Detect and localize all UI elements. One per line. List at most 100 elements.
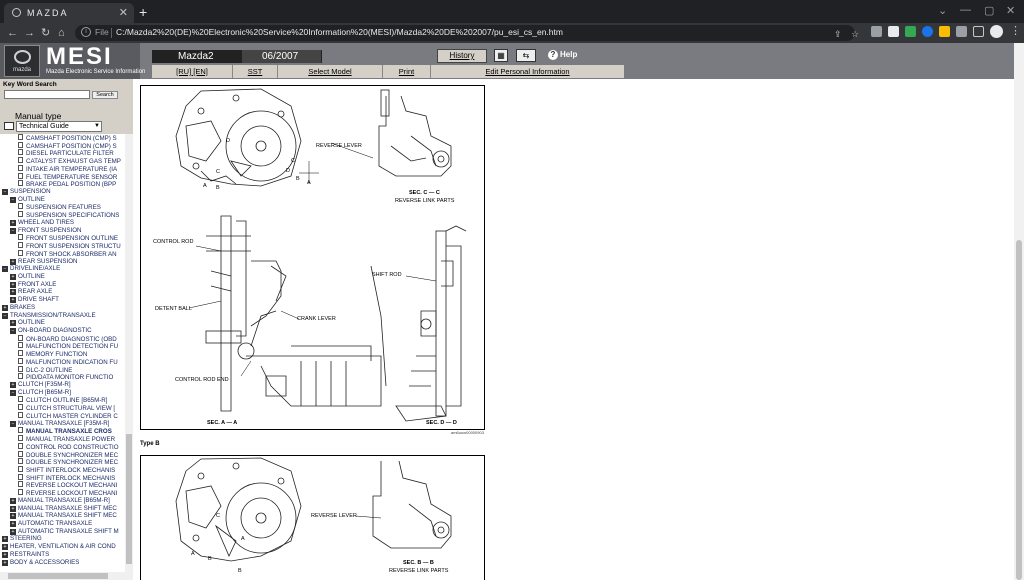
home-icon[interactable]: ⌂	[58, 26, 65, 40]
select-model-menu[interactable]: Select Model	[278, 65, 383, 78]
page-scrollbar[interactable]	[1014, 43, 1024, 580]
document-icon[interactable]	[18, 365, 23, 372]
document-icon[interactable]	[18, 442, 23, 449]
expand-icon[interactable]: +	[2, 559, 8, 566]
document-icon[interactable]	[18, 450, 23, 457]
history-button[interactable]: History	[437, 49, 487, 63]
document-icon[interactable]	[18, 342, 23, 349]
collapse-icon[interactable]: −	[10, 420, 16, 427]
document-icon[interactable]	[18, 373, 23, 380]
expand-icon[interactable]: +	[10, 320, 16, 327]
minimize-icon[interactable]: —	[960, 4, 971, 16]
expand-icon[interactable]: +	[10, 281, 16, 288]
document-icon[interactable]	[18, 489, 23, 496]
expand-icon[interactable]: +	[10, 289, 16, 296]
url-text[interactable]: C:/Mazda2%20(DE)%20Electronic%20Service%…	[116, 27, 563, 37]
expand-icon[interactable]: +	[2, 304, 8, 311]
expand-icon[interactable]: +	[10, 382, 16, 389]
expand-icon[interactable]: +	[10, 219, 16, 226]
collapse-icon[interactable]: −	[2, 312, 8, 319]
edit-personal-menu[interactable]: Edit Personal Information	[431, 65, 624, 78]
app-subtitle: Mazda Electronic Service Information	[46, 69, 146, 75]
document-icon[interactable]	[18, 458, 23, 465]
chevron-down-icon[interactable]: ⌄	[938, 4, 947, 17]
collapse-icon[interactable]: −	[2, 266, 8, 273]
tree-horizontal-scrollbar[interactable]	[0, 572, 133, 580]
document-icon[interactable]	[18, 157, 23, 164]
expand-icon[interactable]: +	[10, 497, 16, 504]
address-bar[interactable]: i File C:/Mazda2%20(DE)%20Electronic%20S…	[75, 25, 855, 41]
document-icon[interactable]	[18, 172, 23, 179]
extension-icon[interactable]	[922, 26, 933, 37]
document-icon[interactable]	[18, 141, 23, 148]
sst-menu[interactable]: SST	[233, 65, 278, 78]
new-tab-icon[interactable]: +	[139, 4, 147, 20]
document-icon[interactable]	[18, 350, 23, 357]
menu-icon[interactable]: ⋮	[1010, 24, 1021, 37]
expand-icon[interactable]: +	[10, 528, 16, 535]
extension-icon[interactable]	[905, 26, 916, 37]
file-scheme-label: File	[95, 27, 109, 37]
document-icon[interactable]	[18, 411, 23, 418]
manual-type-select[interactable]: Technical Guide ▼	[16, 121, 102, 132]
link-icon[interactable]: ⇆	[516, 49, 536, 62]
document-icon[interactable]	[18, 234, 23, 241]
help-button[interactable]: ? Help	[548, 50, 577, 60]
expand-icon[interactable]: +	[2, 544, 8, 551]
collapse-icon[interactable]: −	[10, 389, 16, 396]
expand-icon[interactable]: +	[10, 297, 16, 304]
document-icon[interactable]	[18, 481, 23, 488]
document-icon[interactable]	[18, 396, 23, 403]
expand-icon[interactable]: +	[2, 551, 8, 558]
document-icon[interactable]	[18, 404, 23, 411]
expand-icon[interactable]: +	[10, 273, 16, 280]
document-icon[interactable]	[18, 465, 23, 472]
document-icon[interactable]	[18, 249, 23, 256]
star-icon[interactable]: ☆	[851, 27, 859, 41]
collapse-icon[interactable]: −	[10, 328, 16, 334]
extension-icon[interactable]	[888, 26, 899, 37]
collapse-icon[interactable]: −	[2, 189, 8, 196]
bookmark-icon[interactable]: ▦	[494, 49, 508, 62]
maximize-icon[interactable]: ▢	[984, 4, 994, 17]
expand-icon[interactable]: +	[10, 505, 16, 512]
document-icon[interactable]	[18, 427, 23, 434]
search-button[interactable]: Search	[92, 91, 118, 99]
avatar[interactable]	[990, 25, 1003, 38]
keyword-search-input[interactable]	[4, 90, 90, 99]
document-icon[interactable]	[18, 357, 23, 364]
tree-scrollbar[interactable]	[125, 134, 133, 572]
close-window-icon[interactable]: ✕	[1006, 4, 1015, 17]
document-icon[interactable]	[18, 180, 23, 187]
document-icon[interactable]	[18, 134, 23, 140]
close-tab-icon[interactable]: ✕	[119, 6, 128, 19]
document-icon[interactable]	[18, 334, 23, 341]
collapse-icon[interactable]: −	[10, 196, 16, 203]
share-icon[interactable]: ⇪	[834, 27, 842, 41]
expand-icon[interactable]: +	[10, 258, 16, 265]
collapse-icon[interactable]: −	[10, 227, 16, 234]
expand-icon[interactable]: +	[10, 521, 16, 527]
document-icon[interactable]	[18, 242, 23, 249]
back-icon[interactable]: ←	[7, 26, 18, 40]
extension-icon[interactable]	[939, 26, 950, 37]
tree-item-label: REAR SUSPENSION	[18, 257, 78, 265]
document-icon[interactable]	[18, 473, 23, 480]
reload-icon[interactable]: ↻	[41, 26, 50, 40]
language-menu[interactable]: [RU] [EN]	[152, 65, 233, 78]
document-icon[interactable]	[18, 435, 23, 442]
document-icon[interactable]	[18, 203, 23, 210]
print-menu[interactable]: Print	[383, 65, 431, 78]
expand-icon[interactable]: +	[10, 513, 16, 520]
forward-icon[interactable]: →	[24, 26, 35, 40]
document-icon[interactable]	[18, 164, 23, 171]
tree-group[interactable]: + BODY & ACCESSORIES	[2, 559, 79, 567]
info-icon[interactable]: i	[81, 27, 91, 37]
puzzle-icon[interactable]	[956, 26, 967, 37]
extension-icon[interactable]	[871, 26, 882, 37]
document-icon[interactable]	[18, 211, 23, 218]
document-icon[interactable]	[18, 149, 23, 156]
expand-icon[interactable]: +	[2, 536, 8, 543]
sidepanel-icon[interactable]	[973, 26, 984, 37]
browser-tab[interactable]: MAZDA ✕	[4, 3, 134, 23]
